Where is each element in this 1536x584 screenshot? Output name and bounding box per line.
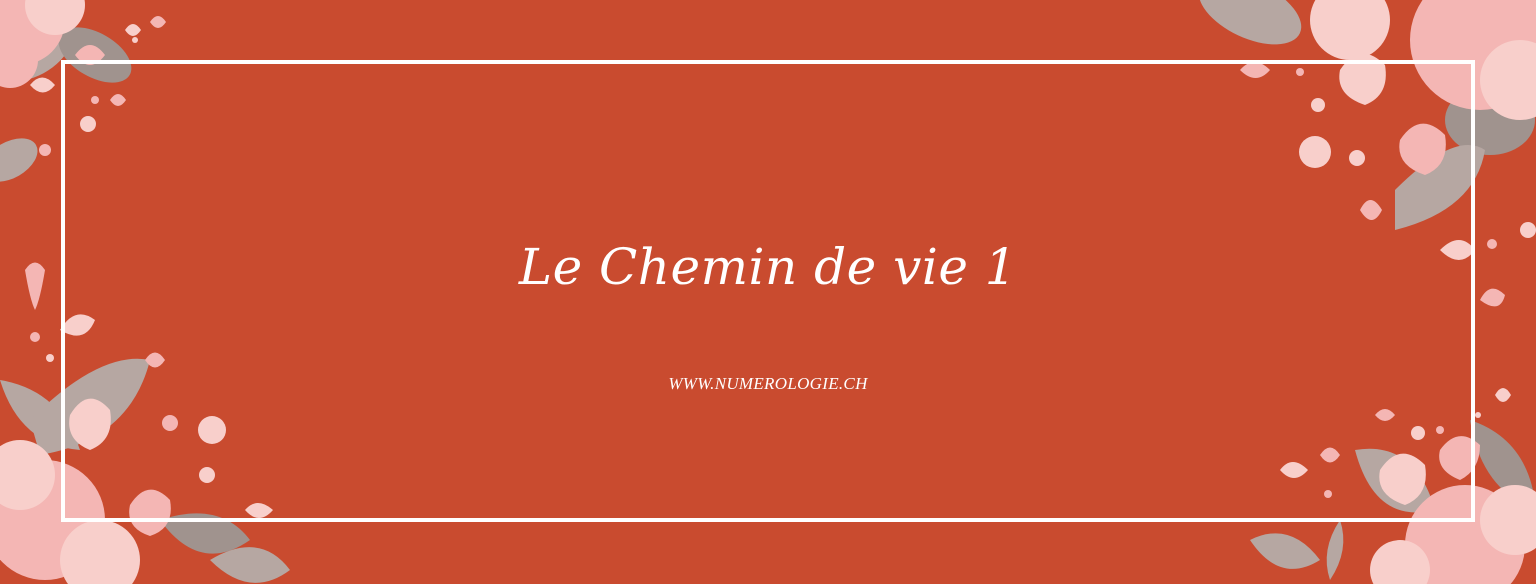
website-link[interactable]: WWW.NUMEROLOGIE.CH: [0, 374, 1536, 394]
page-title: Le Chemin de vie 1: [518, 238, 1018, 296]
banner: Le Chemin de vie 1 WWW.NUMEROLOGIE.CH: [0, 0, 1536, 584]
